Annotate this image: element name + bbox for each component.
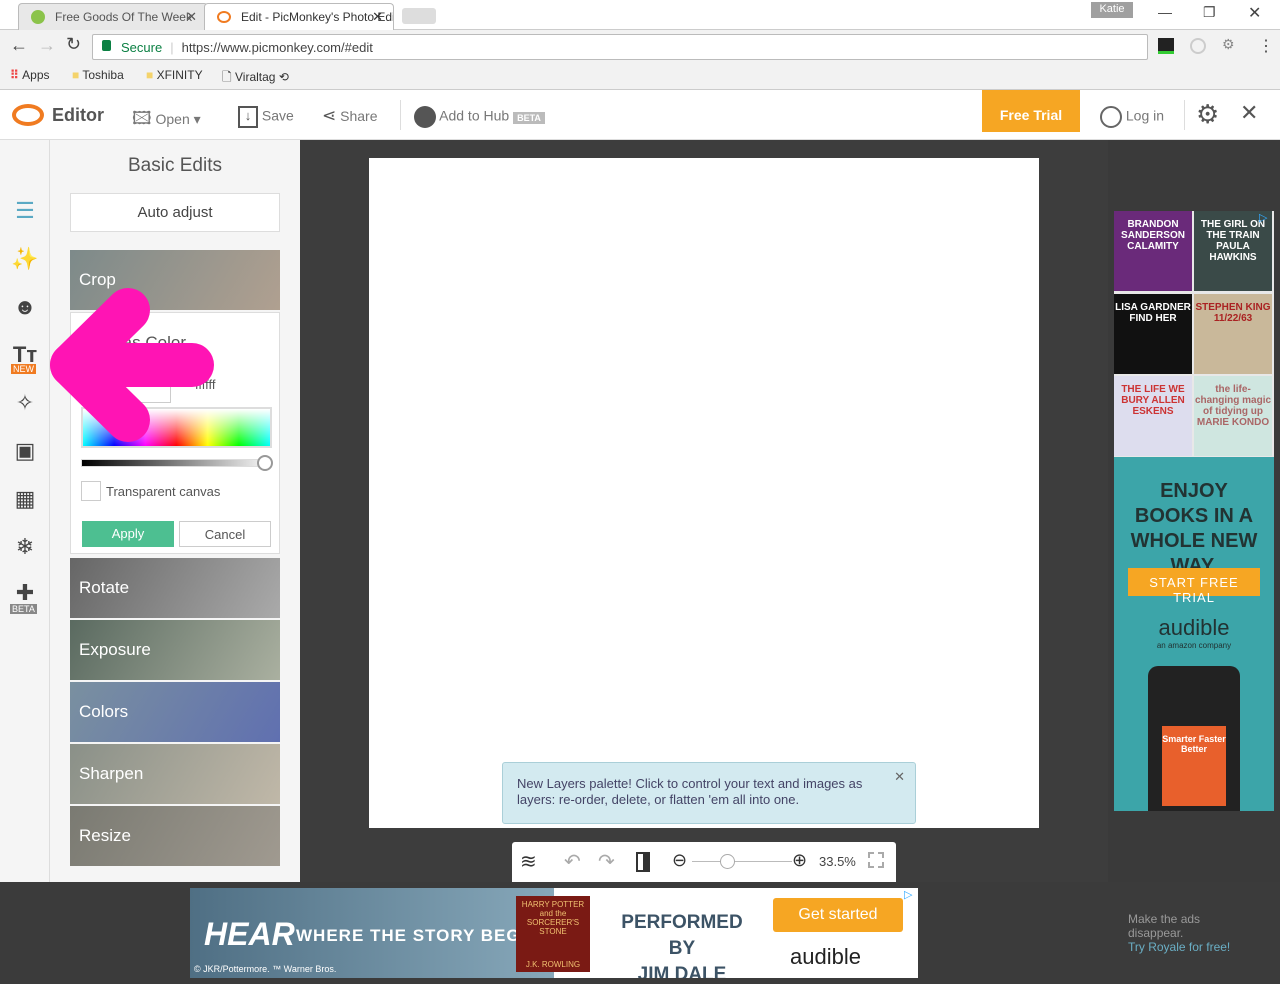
bottom-ad[interactable]: HEAR WHERE THE STORY BEGINS © JKR/Potter…	[190, 888, 918, 978]
book-cover: the life-changing magic of tidying up MA…	[1194, 376, 1272, 457]
ad-headline: ENJOY BOOKS IN A WHOLE NEW WAY.	[1130, 480, 1258, 577]
harry-potter-cover: HARRY POTTER and the SORCERER'S STONE J.K…	[516, 896, 590, 972]
extension-icon[interactable]: ⚙	[1222, 36, 1235, 53]
get-started-button[interactable]: Get started	[773, 898, 903, 932]
share-button[interactable]: ⋖ Share	[322, 106, 378, 126]
sharpen-tile[interactable]: Sharpen	[70, 744, 280, 804]
new-tab-button[interactable]	[402, 8, 436, 24]
exposure-tile[interactable]: Exposure	[70, 620, 280, 680]
free-trial-button[interactable]: Free Trial	[982, 90, 1080, 132]
fullscreen-icon[interactable]	[868, 852, 884, 868]
minimize-icon[interactable]: —	[1158, 4, 1172, 20]
try-royale-link[interactable]: Try Royale for free!	[1128, 940, 1248, 954]
textures-icon[interactable]: ▦	[10, 486, 40, 516]
redo-icon[interactable]: ↷	[598, 849, 615, 874]
extension-icon[interactable]	[1190, 38, 1206, 54]
norton-extension-icon[interactable]	[1158, 38, 1174, 54]
add-to-hub-button[interactable]: Add to Hub BETA	[414, 106, 545, 128]
layers-tooltip: New Layers palette! Click to control you…	[502, 762, 916, 824]
book-cover: BRANDON SANDERSON CALAMITY	[1114, 211, 1192, 291]
book-cover: THE LIFE WE BURY ALLEN ESKENS	[1114, 376, 1192, 457]
royale-promo: Make the ads disappear. Try Royale for fr…	[1128, 912, 1248, 954]
rotate-tile[interactable]: Rotate	[70, 558, 280, 618]
login-button[interactable]: Log in	[1100, 106, 1164, 128]
amazon-company: an amazon company	[1156, 641, 1232, 650]
restore-icon[interactable]: ❐	[1203, 4, 1216, 21]
apply-button[interactable]: Apply	[82, 521, 174, 547]
beta-badge: BETA	[513, 111, 545, 124]
right-ad[interactable]: BRANDON SANDERSON CALAMITY THE GIRL ON T…	[1114, 211, 1274, 811]
zoom-slider[interactable]	[692, 861, 792, 862]
profile-badge[interactable]: Katie	[1091, 2, 1133, 18]
zoom-slider-handle[interactable]	[720, 854, 735, 869]
beta-badge: BETA	[10, 604, 37, 614]
bottom-toolbar: ≋ ↶ ↷ ⊖ ⊕ 33.5%	[512, 842, 896, 882]
performed-by: PERFORMED BY JIM DALE	[621, 912, 743, 978]
zoom-in-icon[interactable]: ⊕	[792, 850, 807, 871]
window-close-icon[interactable]: ✕	[1248, 3, 1261, 23]
transparent-canvas-label: Transparent canvas	[106, 484, 221, 499]
hear-text: HEAR	[204, 916, 295, 952]
share-icon: ⋖	[322, 106, 337, 125]
ad-copyright: © JKR/Pottermore. ™ Warner Bros.	[194, 964, 337, 974]
divider	[1184, 100, 1185, 130]
colors-tile[interactable]: Colors	[70, 682, 280, 742]
cancel-button[interactable]: Cancel	[179, 521, 271, 547]
resize-tile[interactable]: Resize	[70, 806, 280, 866]
ad-tagline: WHERE THE STORY BEGINS	[296, 926, 552, 945]
close-tab-icon[interactable]: ✕	[372, 9, 383, 25]
zoom-level: 33.5%	[819, 854, 856, 869]
pink-arrow-annotation	[50, 288, 214, 442]
compare-icon[interactable]	[636, 852, 650, 872]
close-editor-icon[interactable]: ✕	[1240, 100, 1258, 126]
layers-icon[interactable]: ≋	[520, 849, 537, 874]
settings-gear-icon[interactable]: ⚙	[1196, 99, 1219, 130]
zoom-out-icon[interactable]: ⊖	[672, 850, 687, 871]
tooltip-close-icon[interactable]: ✕	[894, 769, 905, 785]
audible-logo: audible	[790, 944, 861, 969]
image-canvas[interactable]	[369, 158, 1039, 828]
menu-dots-icon[interactable]: ⋮	[1258, 36, 1274, 56]
book-cover: LISA GARDNER FIND HER	[1114, 293, 1192, 374]
user-icon	[1100, 106, 1122, 128]
start-free-trial-button[interactable]: START FREE TRIAL	[1128, 568, 1260, 605]
themes-snowflake-icon[interactable]: ❄	[10, 534, 40, 564]
divider	[400, 100, 401, 130]
book-cover: STEPHEN KING 11/22/63	[1194, 293, 1272, 374]
adchoices-icon[interactable]: ▷	[1259, 211, 1267, 224]
adchoices-icon[interactable]: ▷	[904, 888, 912, 901]
hub-monkey-icon	[414, 106, 436, 128]
undo-icon[interactable]: ↶	[564, 849, 581, 874]
transparent-canvas-checkbox[interactable]	[81, 481, 101, 501]
audible-logo: audible	[1158, 615, 1230, 640]
phone-image: Smarter Faster Better	[1148, 666, 1240, 811]
